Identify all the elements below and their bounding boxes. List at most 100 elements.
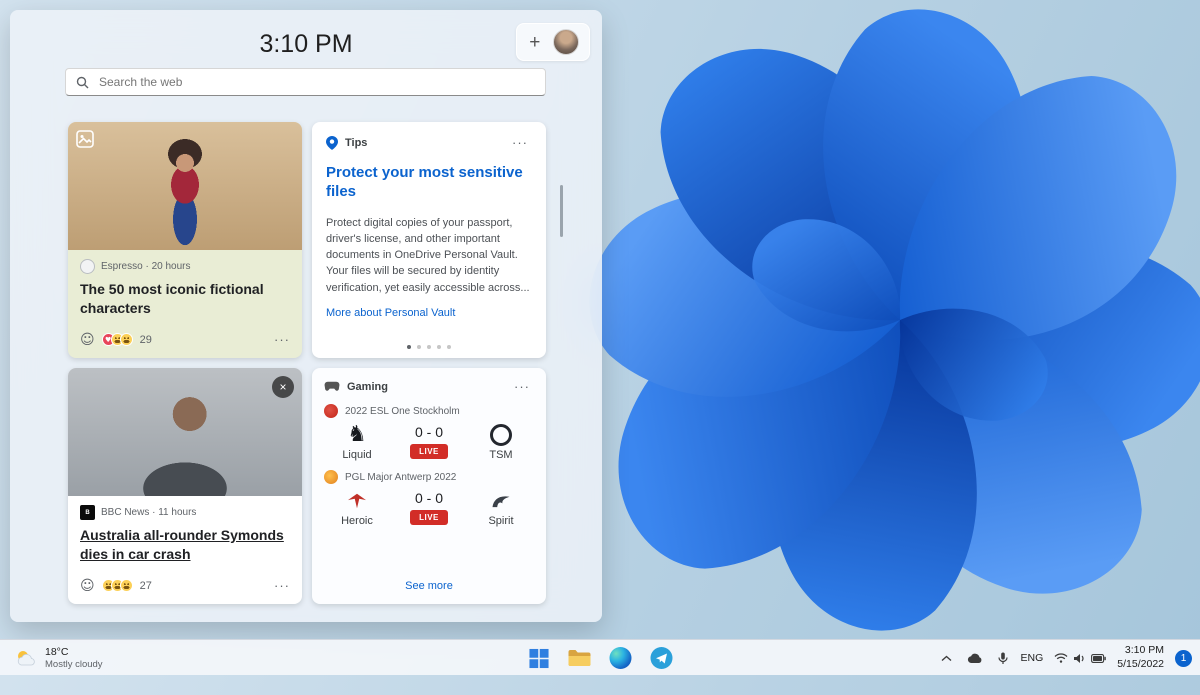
pagination-dot[interactable]	[447, 345, 451, 349]
weather-icon	[14, 648, 38, 668]
file-explorer-button[interactable]	[567, 645, 593, 671]
team-tsm-logo	[490, 423, 512, 447]
notification-badge[interactable]: 1	[1175, 650, 1192, 667]
match-teams-row[interactable]: ♞ Liquid 0 - 0 LIVE TSM	[324, 423, 534, 461]
reaction-count: 29	[140, 334, 152, 346]
gaming-title: Gaming	[347, 381, 388, 393]
cloud-icon	[967, 653, 983, 664]
wifi-icon	[1054, 653, 1068, 663]
team-right: TSM	[470, 423, 532, 461]
espresso-logo	[80, 259, 95, 274]
card-menu-button[interactable]: ···	[270, 577, 294, 594]
team-left: ♞ Liquid	[326, 423, 388, 461]
system-tray: ENG 3:10 PM 5/15/2022 1	[939, 640, 1192, 676]
clock-and-date[interactable]: 3:10 PM 5/15/2022	[1117, 644, 1164, 671]
team-name: TSM	[489, 449, 512, 461]
add-reaction-icon[interactable]: ☺	[80, 579, 95, 593]
event-name: PGL Major Antwerp 2022	[345, 472, 456, 483]
bbc-logo: B	[80, 505, 95, 520]
tips-body-text: Protect digital copies of your passport,…	[326, 215, 532, 296]
edge-icon	[610, 647, 632, 669]
tips-heading-link[interactable]: Protect your most sensitive files	[326, 164, 526, 202]
chevron-up-icon	[941, 655, 952, 662]
close-card-button[interactable]: ×	[272, 376, 294, 398]
reaction-chips	[102, 579, 133, 592]
news-headline[interactable]: Australia all-rounder Symonds dies in ca…	[80, 526, 290, 564]
language-indicator[interactable]: ENG	[1021, 652, 1044, 664]
search-input[interactable]	[97, 74, 535, 90]
match-score: 0 - 0	[415, 490, 443, 506]
panel-controls: +	[516, 23, 590, 61]
news-source-row: Espresso · 20 hours	[80, 259, 290, 274]
panel-scrollbar[interactable]	[560, 185, 563, 237]
widgets-panel: 3:10 PM + Espresso · 20 hours T	[10, 10, 602, 622]
gallery-icon	[76, 130, 94, 148]
team-right: Spirit	[470, 489, 532, 527]
tips-more-link[interactable]: More about Personal Vault	[326, 307, 455, 319]
news-source-label: BBC News · 11 hours	[101, 507, 196, 518]
match-score-block: 0 - 0 LIVE	[410, 423, 448, 459]
gaming-header: Gaming ···	[324, 378, 534, 395]
news-footer: ☺ 27 ···	[80, 577, 294, 594]
match-score-block: 0 - 0 LIVE	[410, 489, 448, 525]
team-name: Spirit	[488, 515, 513, 527]
tips-menu-button[interactable]: ···	[508, 134, 532, 151]
news-source-row: B BBC News · 11 hours	[80, 505, 290, 520]
team-spirit-logo	[489, 489, 513, 513]
microphone-tray-button[interactable]	[996, 650, 1010, 667]
folder-icon	[568, 648, 592, 668]
match-teams-row[interactable]: Heroic 0 - 0 LIVE Spirit	[324, 489, 534, 527]
news-source-label: Espresso · 20 hours	[101, 261, 191, 272]
tray-time: 3:10 PM	[1117, 644, 1164, 658]
desktop: { "panel": { "time": "3:10 PM", "add_but…	[0, 0, 1200, 675]
quick-settings-button[interactable]	[1054, 653, 1106, 664]
tips-header: Tips ···	[326, 134, 532, 151]
event-name: 2022 ESL One Stockholm	[345, 406, 460, 417]
laugh-reaction-icon	[120, 579, 133, 592]
panel-clock: 3:10 PM	[10, 30, 602, 59]
tips-widget-card: Tips ··· Protect your most sensitive fil…	[312, 122, 546, 358]
news-card-espresso[interactable]: Espresso · 20 hours The 50 most iconic f…	[68, 122, 302, 358]
news-thumbnail-image	[68, 122, 302, 250]
telegram-button[interactable]	[649, 645, 675, 671]
live-badge: LIVE	[410, 444, 448, 459]
gaming-menu-button[interactable]: ···	[510, 378, 534, 395]
weather-condition: Mostly cloudy	[45, 659, 103, 670]
match-event-row: PGL Major Antwerp 2022	[324, 470, 534, 484]
reaction-count: 27	[140, 580, 152, 592]
news-thumbnail-image: ×	[68, 368, 302, 496]
tray-overflow-button[interactable]	[939, 653, 954, 664]
see-more-link[interactable]: See more	[324, 574, 534, 594]
news-footer: ☺ ♥ 29 ···	[80, 331, 294, 348]
wow-reaction-icon	[120, 333, 133, 346]
pagination-dot[interactable]	[437, 345, 441, 349]
taskbar-center-icons	[526, 640, 675, 676]
start-button[interactable]	[526, 645, 552, 671]
news-headline[interactable]: The 50 most iconic fictional characters	[80, 280, 290, 318]
gaming-widget-card: Gaming ··· 2022 ESL One Stockholm ♞ Liqu…	[312, 368, 546, 604]
onedrive-tray-button[interactable]	[965, 651, 985, 666]
widgets-taskbar-button[interactable]: 18°C Mostly cloudy	[6, 640, 111, 676]
team-left: Heroic	[326, 489, 388, 527]
user-avatar[interactable]	[553, 29, 579, 55]
pagination-dot[interactable]	[417, 345, 421, 349]
widget-cards: Espresso · 20 hours The 50 most iconic f…	[68, 122, 546, 604]
team-heroic-logo	[345, 489, 369, 513]
add-widget-button[interactable]: +	[527, 33, 542, 52]
tray-date: 5/15/2022	[1117, 658, 1164, 672]
windows-logo-icon	[528, 648, 549, 669]
tips-pagination-dots[interactable]	[312, 345, 546, 349]
telegram-icon	[651, 647, 673, 669]
team-name: Heroic	[341, 515, 373, 527]
news-card-bbc[interactable]: × B BBC News · 11 hours Australia all-ro…	[68, 368, 302, 604]
speaker-icon	[1073, 653, 1086, 664]
add-reaction-icon[interactable]: ☺	[80, 333, 95, 347]
pagination-dot-active[interactable]	[407, 345, 411, 349]
esl-event-logo	[324, 404, 338, 418]
match-event-row: 2022 ESL One Stockholm	[324, 404, 534, 418]
pagination-dot[interactable]	[427, 345, 431, 349]
team-name: Liquid	[342, 449, 371, 461]
card-menu-button[interactable]: ···	[270, 331, 294, 348]
pgl-event-logo	[324, 470, 338, 484]
edge-browser-button[interactable]	[608, 645, 634, 671]
